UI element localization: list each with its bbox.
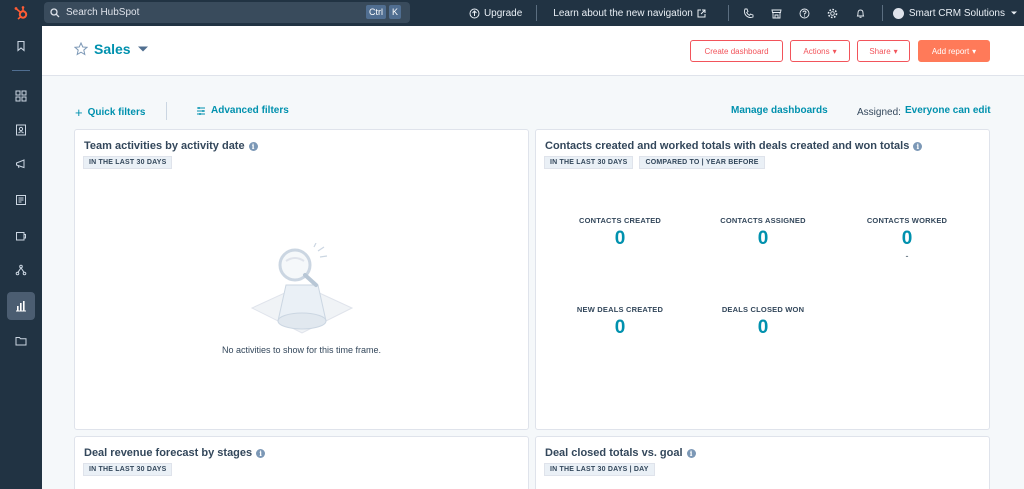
sidebar: [0, 26, 42, 489]
quick-filters-button[interactable]: + Quick filters: [75, 105, 145, 120]
add-report-button[interactable]: Add report ▾: [918, 40, 990, 62]
external-link-icon: [697, 9, 706, 18]
dashboard-title[interactable]: Sales: [94, 41, 131, 57]
metric-value: 0: [614, 317, 626, 338]
favorite-star-icon[interactable]: [74, 42, 88, 56]
learn-navigation-label: Learn about the new navigation: [553, 7, 693, 19]
quick-filters-label: Quick filters: [87, 107, 146, 118]
metric-change: -: [905, 251, 909, 261]
report-card-deal-revenue-forecast: Deal revenue forecast by stages i IN THE…: [74, 436, 529, 489]
content-icon[interactable]: [7, 186, 35, 214]
account-name: Smart CRM Solutions: [908, 7, 1005, 19]
sidebar-divider: [12, 70, 30, 71]
metric-value: 0: [757, 317, 769, 338]
filter-divider: [166, 102, 167, 120]
info-icon[interactable]: i: [913, 141, 923, 151]
global-search-input[interactable]: Search HubSpot Ctrl K: [44, 2, 410, 23]
kbd-ctrl: Ctrl: [366, 5, 386, 19]
metric-label: CONTACTS ASSIGNED: [720, 216, 806, 225]
divider: [881, 5, 883, 21]
metric-label: CONTACTS CREATED: [578, 216, 662, 225]
empty-state-message: No activities to show for this time fram…: [221, 345, 382, 355]
metric-label: DEALS CLOSED WON: [721, 305, 805, 314]
help-icon[interactable]: [799, 8, 810, 19]
metric-contacts-worked[interactable]: CONTACTS WORKED 0 -: [837, 216, 977, 261]
report-title[interactable]: Deal closed totals vs. goal: [545, 447, 683, 459]
manage-dashboards-link[interactable]: Manage dashboards: [731, 105, 828, 116]
automation-workflow-icon[interactable]: [7, 256, 35, 284]
metric-contacts-assigned[interactable]: CONTACTS ASSIGNED 0: [693, 216, 833, 250]
dashboard-header: Sales Create dashboard Actions ▾ Share ▾…: [42, 26, 1024, 76]
account-menu[interactable]: Smart CRM Solutions: [892, 7, 1018, 19]
actions-label: Actions: [803, 46, 830, 56]
advanced-filters-button[interactable]: Advanced filters: [196, 105, 289, 116]
metric-value: 0: [757, 228, 769, 249]
divider: [727, 5, 729, 21]
add-report-label: Add report: [931, 46, 970, 56]
empty-state-magnifier-icon: [250, 242, 355, 343]
report-title[interactable]: Contacts created and worked totals with …: [545, 140, 909, 152]
share-label: Share: [869, 46, 891, 56]
date-range-badge: IN THE LAST 30 DAYS: [544, 156, 634, 169]
settings-gear-icon[interactable]: [827, 8, 838, 19]
info-icon[interactable]: i: [248, 141, 258, 151]
info-icon[interactable]: i: [686, 448, 696, 458]
phone-icon[interactable]: [743, 8, 754, 19]
search-icon: [50, 7, 60, 18]
date-range-badge: IN THE LAST 30 DAYS: [83, 156, 173, 169]
assigned-label: Assigned:: [857, 107, 901, 118]
create-dashboard-button[interactable]: Create dashboard: [690, 40, 783, 62]
folder-icon[interactable]: [7, 327, 35, 355]
caret-down-icon: ▾: [893, 46, 898, 56]
metric-label: NEW DEALS CREATED: [576, 305, 664, 314]
upgrade-link[interactable]: Upgrade: [469, 8, 522, 19]
divider: [536, 5, 538, 21]
hubspot-logo-icon[interactable]: [0, 0, 42, 26]
metric-contacts-created[interactable]: CONTACTS CREATED 0: [550, 216, 690, 250]
reporting-bar-chart-icon[interactable]: [7, 292, 35, 320]
report-card-team-activities: Team activities by activity date i IN TH…: [74, 129, 529, 430]
marketing-megaphone-icon[interactable]: [7, 150, 35, 178]
upgrade-icon: [469, 8, 480, 19]
filter-sliders-icon: [196, 106, 206, 116]
commerce-icon[interactable]: [7, 222, 35, 250]
marketplace-icon[interactable]: [771, 8, 782, 19]
report-title[interactable]: Deal revenue forecast by stages: [84, 447, 252, 459]
info-icon[interactable]: i: [256, 448, 266, 458]
date-range-badge: IN THE LAST 30 DAYS | DAY: [544, 463, 655, 476]
metric-value: 0: [614, 228, 626, 249]
metric-value: 0: [901, 228, 913, 249]
metric-label: CONTACTS WORKED: [866, 216, 948, 225]
caret-down-icon: ▾: [972, 46, 977, 56]
account-avatar: [892, 7, 904, 19]
report-card-deal-closed-vs-goal: Deal closed totals vs. goal i IN THE LAS…: [535, 436, 990, 489]
assigned-permission-link[interactable]: Everyone can edit: [905, 105, 991, 116]
kbd-k: K: [389, 5, 402, 19]
metric-new-deals-created[interactable]: NEW DEALS CREATED 0: [550, 305, 690, 339]
bookmarks-icon[interactable]: [7, 32, 35, 60]
report-card-contacts-deals-totals: Contacts created and worked totals with …: [535, 129, 990, 430]
comparison-badge: COMPARED TO | YEAR BEFORE: [639, 156, 765, 169]
plus-icon: +: [75, 105, 83, 120]
share-dropdown-button[interactable]: Share ▾: [857, 40, 910, 62]
notifications-bell-icon[interactable]: [855, 8, 866, 19]
metric-deals-closed-won[interactable]: DEALS CLOSED WON 0: [693, 305, 833, 339]
contacts-icon[interactable]: [7, 116, 35, 144]
upgrade-label: Upgrade: [483, 7, 523, 19]
advanced-filters-label: Advanced filters: [211, 105, 289, 116]
caret-down-icon: ▾: [832, 46, 837, 56]
date-range-badge: IN THE LAST 30 DAYS: [83, 463, 173, 476]
search-placeholder: Search HubSpot: [66, 7, 140, 18]
top-nav-bar: Search HubSpot Ctrl K Upgrade Learn abou…: [0, 0, 1024, 26]
actions-dropdown-button[interactable]: Actions ▾: [790, 40, 850, 62]
report-title[interactable]: Team activities by activity date: [84, 140, 245, 152]
learn-navigation-link[interactable]: Learn about the new navigation: [553, 8, 706, 19]
chevron-down-icon: [1010, 9, 1018, 17]
workspaces-grid-icon[interactable]: [7, 82, 35, 110]
dashboard-switcher-chevron-icon[interactable]: [137, 45, 149, 53]
